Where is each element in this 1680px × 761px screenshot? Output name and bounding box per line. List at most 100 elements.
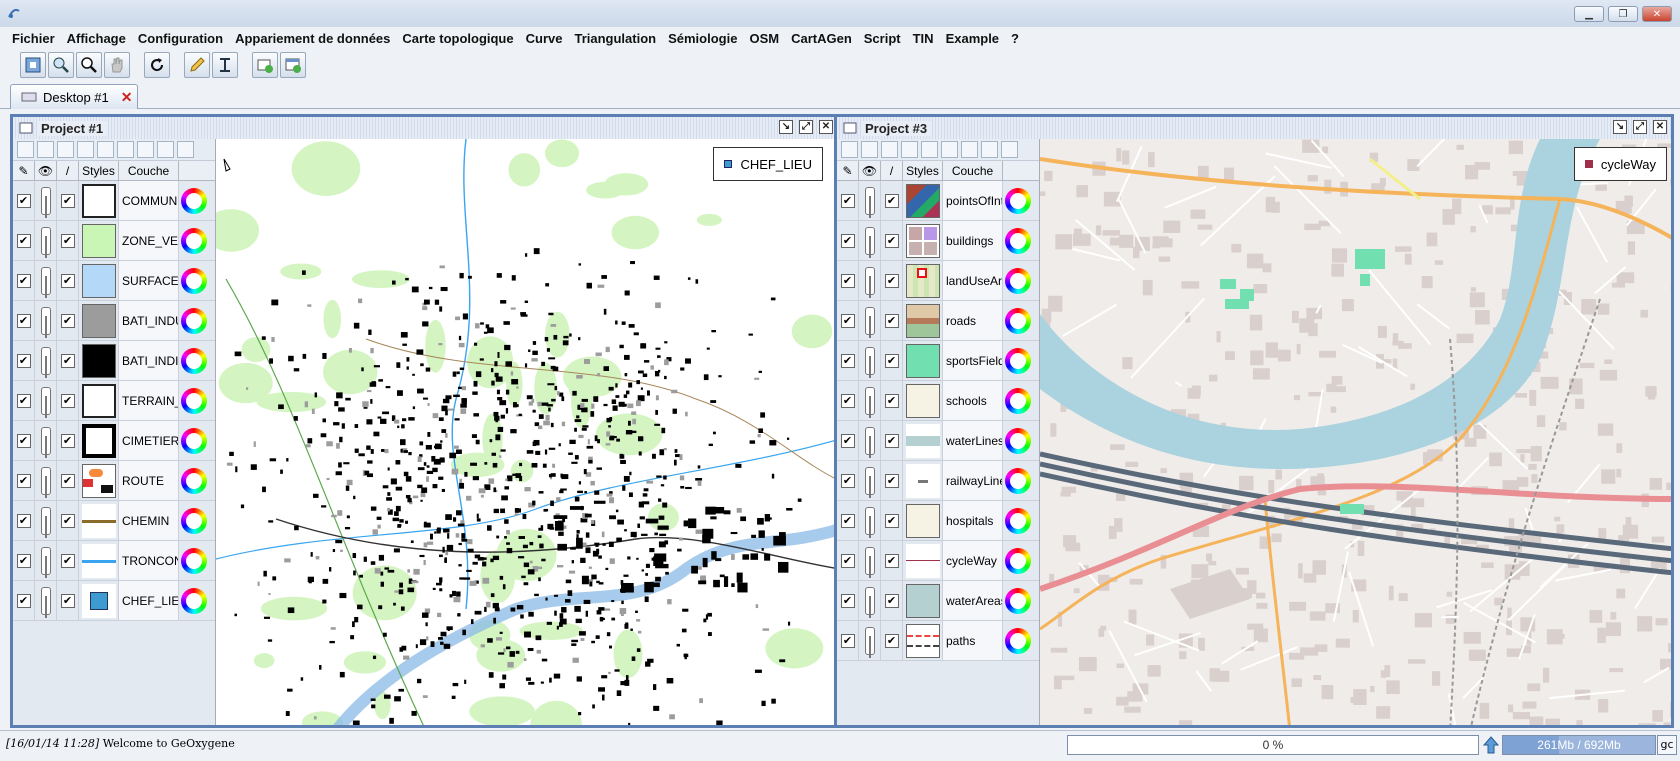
layer-row[interactable]: ✔ ✔ paths — [837, 621, 1039, 661]
layer-visible-checkbox[interactable]: ✔ — [60, 473, 75, 488]
layer-row[interactable]: ✔ ✔ cycleWay — [837, 541, 1039, 581]
color-wheel-icon[interactable] — [1005, 507, 1031, 534]
layer-visible-checkbox[interactable]: ✔ — [60, 513, 75, 528]
layer-row[interactable]: ✔ ✔ COMMUNE — [13, 181, 215, 221]
layer-row[interactable]: ✔ ✔ TERRAIN_SPORT — [13, 381, 215, 421]
layer-visible-checkbox[interactable]: ✔ — [884, 593, 899, 608]
color-wheel-icon[interactable] — [181, 467, 207, 494]
frame-maximize-icon[interactable]: ⤢ — [1633, 120, 1647, 134]
layer-row[interactable]: ✔ ✔ roads — [837, 301, 1039, 341]
layer-opacity-slider[interactable] — [864, 386, 875, 418]
layer-visible-checkbox[interactable]: ✔ — [60, 193, 75, 208]
layer-name[interactable]: CHEMIN — [119, 501, 179, 540]
layer-edit-checkbox[interactable]: ✔ — [840, 593, 855, 608]
frame-close-icon[interactable]: ✕ — [1653, 120, 1667, 134]
layer-opacity-slider[interactable] — [40, 506, 51, 538]
layer-edit-checkbox[interactable]: ✔ — [16, 473, 31, 488]
edit-layer-icon[interactable] — [57, 141, 74, 158]
pan-button[interactable] — [104, 52, 130, 78]
refresh-button[interactable] — [144, 52, 170, 78]
layer-style-swatch[interactable] — [81, 263, 116, 298]
tab-close-icon[interactable]: ✕ — [121, 89, 133, 106]
menu-configuration[interactable]: Configuration — [132, 31, 229, 46]
menu-curve[interactable]: Curve — [520, 31, 569, 46]
layer-opacity-slider[interactable] — [40, 346, 51, 378]
layer-name[interactable]: BATI_INDUSTRIEL — [119, 301, 179, 340]
color-wheel-icon[interactable] — [181, 267, 207, 294]
attribute-table-icon[interactable] — [177, 141, 194, 158]
remove-layer-icon[interactable] — [981, 141, 998, 158]
layer-opacity-slider[interactable] — [864, 506, 875, 538]
layer-name[interactable]: railwayLines — [943, 461, 1003, 500]
layer-opacity-slider[interactable] — [864, 626, 875, 658]
layer-name[interactable]: roads — [943, 301, 1003, 340]
layer-row[interactable]: ✔ ✔ waterAreas — [837, 581, 1039, 621]
color-wheel-icon[interactable] — [1005, 427, 1031, 454]
color-wheel-icon[interactable] — [1005, 227, 1031, 254]
layer-visible-checkbox[interactable]: ✔ — [60, 593, 75, 608]
layer-name[interactable]: cycleWay — [943, 541, 1003, 580]
measure-button[interactable] — [212, 52, 238, 78]
layer-name[interactable]: SURFACE_EAU — [119, 261, 179, 300]
layer-style-swatch[interactable] — [81, 583, 116, 618]
menu-affichage[interactable]: Affichage — [61, 31, 132, 46]
layer-row[interactable]: ✔ ✔ SURFACE_EAU — [13, 261, 215, 301]
couche-header[interactable]: Couche — [119, 161, 179, 180]
layer-edit-checkbox[interactable]: ✔ — [16, 433, 31, 448]
layer-edit-checkbox[interactable]: ✔ — [16, 593, 31, 608]
layer-style-swatch[interactable] — [905, 463, 940, 498]
menu-semiologie[interactable]: Sémiologie — [662, 31, 743, 46]
layer-edit-checkbox[interactable]: ✔ — [840, 553, 855, 568]
layer-style-swatch[interactable] — [905, 303, 940, 338]
layer-row[interactable]: ✔ ✔ sportsFields — [837, 341, 1039, 381]
layer-name[interactable]: pointsOfInterest — [943, 181, 1003, 220]
layer-edit-checkbox[interactable]: ✔ — [840, 353, 855, 368]
move-bottom-icon[interactable] — [961, 141, 978, 158]
color-wheel-icon[interactable] — [181, 587, 207, 614]
layer-row[interactable]: ✔ ✔ CIMETIERE — [13, 421, 215, 461]
attribute-table-icon[interactable] — [1001, 141, 1018, 158]
layer-name[interactable]: paths — [943, 621, 1003, 660]
layer-opacity-slider[interactable] — [40, 386, 51, 418]
styles-header[interactable]: Styles — [79, 161, 119, 180]
layer-opacity-slider[interactable] — [864, 426, 875, 458]
edit-layer-icon[interactable] — [881, 141, 898, 158]
maximize-button[interactable]: ❐ — [1608, 6, 1638, 22]
layer-name[interactable]: TRONCON_COURS_EAU — [119, 541, 179, 580]
layer-opacity-slider[interactable] — [40, 546, 51, 578]
layer-name[interactable]: waterLines — [943, 421, 1003, 460]
layer-name[interactable]: ROUTE — [119, 461, 179, 500]
layer-visible-checkbox[interactable]: ✔ — [60, 313, 75, 328]
layer-style-swatch[interactable] — [81, 463, 116, 498]
layer-edit-checkbox[interactable]: ✔ — [840, 393, 855, 408]
move-up-icon[interactable] — [921, 141, 938, 158]
layer-edit-checkbox[interactable]: ✔ — [16, 233, 31, 248]
layer-name[interactable]: hospitals — [943, 501, 1003, 540]
layer-visible-checkbox[interactable]: ✔ — [60, 233, 75, 248]
layer-opacity-slider[interactable] — [864, 466, 875, 498]
layer-row[interactable]: ✔ ✔ CHEMIN — [13, 501, 215, 541]
layer-visible-checkbox[interactable]: ✔ — [60, 393, 75, 408]
tab-desktop-1[interactable]: Desktop #1 ✕ — [10, 84, 138, 109]
layer-row[interactable]: ✔ ✔ ZONE_VEGETATION — [13, 221, 215, 261]
layer-edit-checkbox[interactable]: ✔ — [840, 313, 855, 328]
layer-style-swatch[interactable] — [905, 543, 940, 578]
layer-opacity-slider[interactable] — [864, 546, 875, 578]
color-wheel-icon[interactable] — [181, 547, 207, 574]
layer-edit-checkbox[interactable]: ✔ — [16, 273, 31, 288]
layer-row[interactable]: ✔ ✔ buildings — [837, 221, 1039, 261]
remove-layer-icon[interactable] — [157, 141, 174, 158]
color-wheel-icon[interactable] — [1005, 187, 1031, 214]
move-top-icon[interactable] — [77, 141, 94, 158]
zoom-button[interactable] — [48, 52, 74, 78]
color-wheel-icon[interactable] — [1005, 587, 1031, 614]
layer-style-swatch[interactable] — [905, 343, 940, 378]
styles-header[interactable]: Styles — [903, 161, 943, 180]
layer-opacity-slider[interactable] — [864, 186, 875, 218]
layer-visible-checkbox[interactable]: ✔ — [884, 633, 899, 648]
move-top-icon[interactable] — [901, 141, 918, 158]
layer-opacity-slider[interactable] — [864, 306, 875, 338]
frame-iconify-icon[interactable]: ↘ — [779, 120, 793, 134]
layer-style-swatch[interactable] — [905, 623, 940, 658]
new-frame-button[interactable] — [280, 52, 306, 78]
